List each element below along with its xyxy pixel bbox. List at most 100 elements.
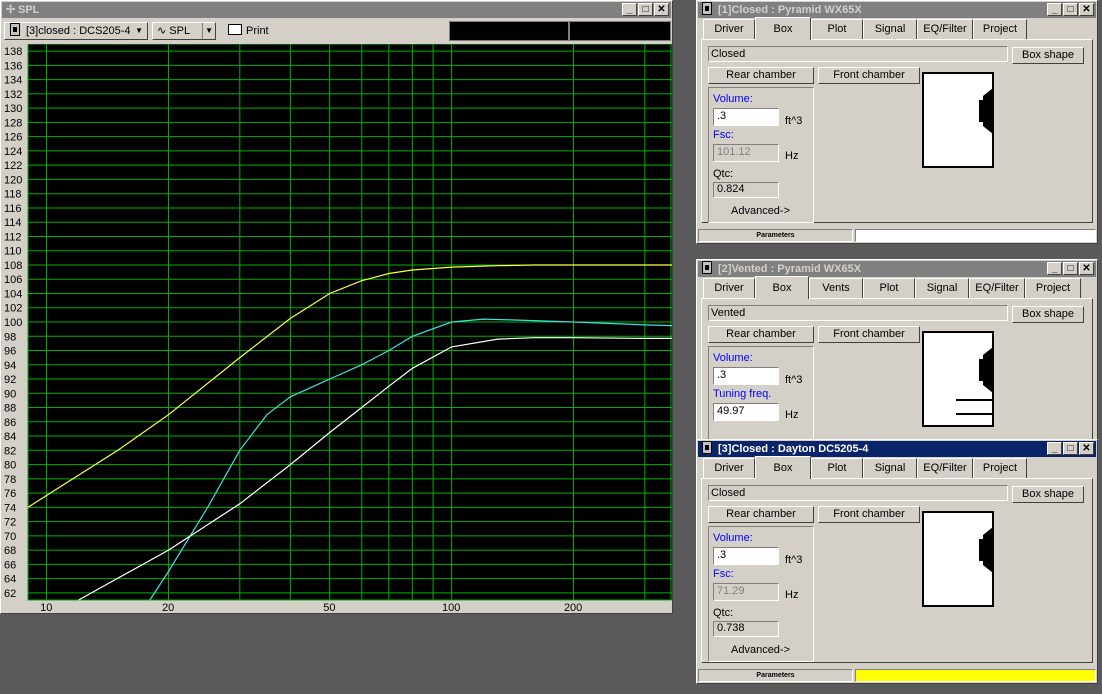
fsc-label: Fsc: <box>713 568 734 580</box>
vent-port-icon-lower <box>956 413 994 415</box>
y-tick-label: 124 <box>4 146 22 158</box>
qtc-label: Qtc: <box>713 607 734 619</box>
y-tick-label: 64 <box>4 574 16 586</box>
tab-plot[interactable]: Plot <box>811 19 863 39</box>
tuning-freq-input[interactable]: 49.97 <box>713 403 779 421</box>
maximize-button[interactable]: □ <box>638 3 653 16</box>
tab-eq-filter[interactable]: EQ/Filter <box>917 458 973 478</box>
tab-driver[interactable]: Driver <box>703 458 755 478</box>
chamber-group: Volume: .3 ft^3 Fsc: 101.12 Hz Qtc: 0.82… <box>708 87 814 223</box>
close-button[interactable]: ✕ <box>654 3 669 16</box>
volume-label: Volume: <box>713 352 753 364</box>
advanced-link[interactable]: Advanced-> <box>731 205 790 217</box>
tab-driver[interactable]: Driver <box>703 19 755 39</box>
y-tick-label: 66 <box>4 559 16 571</box>
tab-project[interactable]: Project <box>973 19 1027 39</box>
tab-eq-filter[interactable]: EQ/Filter <box>969 278 1025 298</box>
x-tick-label: 50 <box>323 602 335 613</box>
volume-input[interactable]: .3 <box>713 108 779 126</box>
tab-vents[interactable]: Vents <box>809 278 863 298</box>
tab-driver[interactable]: Driver <box>703 278 755 298</box>
tab-box[interactable]: Box <box>755 276 809 299</box>
box-tab-panel: Closed Box shape Rear chamber Front cham… <box>701 478 1093 663</box>
tab-eq-filter[interactable]: EQ/Filter <box>917 19 973 39</box>
tab-project[interactable]: Project <box>1025 278 1081 298</box>
fsc-unit: Hz <box>785 150 799 162</box>
maximize-button[interactable]: □ <box>1063 262 1078 275</box>
tab-signal[interactable]: Signal <box>863 458 917 478</box>
box-shape-button[interactable]: Box shape <box>1012 306 1084 323</box>
volume-unit: ft^3 <box>785 374 803 386</box>
box-tab-panel: Vented Box shape Rear chamber Front cham… <box>701 298 1093 446</box>
y-tick-label: 126 <box>4 132 22 144</box>
closed-box-diagram <box>922 511 994 607</box>
status-bar: Parameters <box>698 229 1096 242</box>
y-tick-label: 72 <box>4 517 16 529</box>
close-button[interactable]: ✕ <box>1079 442 1094 455</box>
volume-input[interactable]: .3 <box>713 367 779 385</box>
tab-box[interactable]: Box <box>755 456 811 479</box>
print-label: Print <box>246 25 269 37</box>
y-tick-label: 96 <box>4 346 16 358</box>
spl-toolbar: [3]closed : DCS205-4 ▼ ∿ SPL ▼ Print <box>2 19 671 43</box>
window-icon <box>702 2 712 15</box>
spl-titlebar[interactable]: ✢ SPL _ □ ✕ <box>2 2 671 18</box>
tab-project[interactable]: Project <box>973 458 1027 478</box>
advanced-link[interactable]: Advanced-> <box>731 644 790 656</box>
tab-signal[interactable]: Signal <box>915 278 969 298</box>
tab-box[interactable]: Box <box>755 17 811 40</box>
rear-chamber-button[interactable]: Rear chamber <box>708 506 814 523</box>
y-tick-label: 138 <box>4 46 22 58</box>
minimize-button[interactable]: _ <box>1047 3 1062 16</box>
spl-chart[interactable]: 138 136 134 132 130 128 126 124 122 120 118 116 114 1… <box>2 44 672 613</box>
window-icon <box>702 441 712 454</box>
chamber-group: Volume: .3 ft^3 Fsc: 71.29 Hz Qtc: 0.738… <box>708 526 814 662</box>
volume-unit: ft^3 <box>785 115 803 127</box>
close-button[interactable]: ✕ <box>1079 262 1094 275</box>
y-tick-label: 68 <box>4 545 16 557</box>
print-button[interactable]: Print <box>222 22 278 40</box>
qtc-field: 0.824 <box>713 182 779 198</box>
readout-box-2 <box>569 21 671 41</box>
panel-2-titlebar[interactable]: [2]Vented : Pyramid WX65X _ □ ✕ <box>698 261 1096 277</box>
panel-2-title: [2]Vented : Pyramid WX65X <box>718 263 862 275</box>
minimize-button[interactable]: _ <box>1047 262 1062 275</box>
minimize-button[interactable]: _ <box>1047 442 1062 455</box>
volume-unit: ft^3 <box>785 554 803 566</box>
vented-box-diagram <box>922 331 994 427</box>
y-tick-label: 100 <box>4 317 22 329</box>
graph-select[interactable]: ∿ SPL ▼ <box>152 22 216 40</box>
printer-icon <box>228 24 242 35</box>
rear-chamber-button[interactable]: Rear chamber <box>708 67 814 84</box>
front-chamber-button[interactable]: Front chamber <box>818 326 920 343</box>
y-tick-label: 134 <box>4 75 22 87</box>
y-tick-label: 62 <box>4 588 16 600</box>
box-shape-button[interactable]: Box shape <box>1012 47 1084 64</box>
tab-plot[interactable]: Plot <box>863 278 915 298</box>
speaker-icon <box>979 88 993 134</box>
box-shape-button[interactable]: Box shape <box>1012 486 1084 503</box>
front-chamber-button[interactable]: Front chamber <box>818 67 920 84</box>
maximize-button[interactable]: □ <box>1063 3 1078 16</box>
maximize-button[interactable]: □ <box>1063 442 1078 455</box>
y-tick-label: 108 <box>4 260 22 272</box>
tab-signal[interactable]: Signal <box>863 19 917 39</box>
tab-plot[interactable]: Plot <box>811 458 863 478</box>
tuning-freq-unit: Hz <box>785 409 799 421</box>
close-button[interactable]: ✕ <box>1079 3 1094 16</box>
minimize-button[interactable]: _ <box>622 3 637 16</box>
panel-1-titlebar[interactable]: [1]Closed : Pyramid WX65X _ □ ✕ <box>698 2 1096 18</box>
panel-3-titlebar[interactable]: [3]Closed : Dayton DC5205-4 _ □ ✕ <box>698 441 1096 457</box>
front-chamber-button[interactable]: Front chamber <box>818 506 920 523</box>
speaker-icon <box>979 527 993 573</box>
project-select[interactable]: [3]closed : DCS205-4 ▼ <box>4 22 148 40</box>
panel-2-vented-pyramid: [2]Vented : Pyramid WX65X _ □ ✕ Driver Box… <box>696 259 1098 446</box>
y-tick-label: 114 <box>4 217 22 229</box>
x-tick-label: 10 <box>40 602 52 613</box>
y-tick-label: 98 <box>4 331 16 343</box>
status-indicator <box>855 229 1096 242</box>
vent-port-icon <box>956 399 994 401</box>
rear-chamber-button[interactable]: Rear chamber <box>708 326 814 343</box>
volume-input[interactable]: .3 <box>713 547 779 565</box>
y-tick-label: 106 <box>4 274 22 286</box>
